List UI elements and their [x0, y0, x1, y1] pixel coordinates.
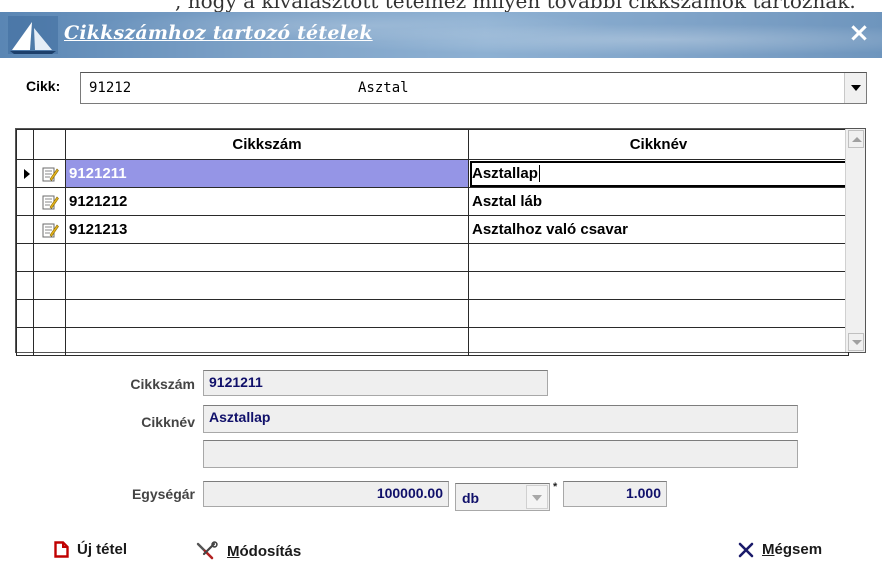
cell-cikkszam[interactable]: 9121213 [65, 215, 469, 244]
cancel-button[interactable]: Mégsem [738, 541, 822, 558]
column-header-cikkszam[interactable]: Cikkszám [65, 129, 469, 160]
items-table: Cikkszám Cikknév 9121211 Asztallap 91212… [16, 129, 849, 356]
close-button[interactable]: × [846, 20, 872, 46]
window-title: Cikkszámhoz tartozó tételek [64, 22, 373, 44]
table-row[interactable]: 9121213 Asztalhoz való csavar [16, 215, 849, 244]
egysegar-label: Egységár [131, 486, 195, 502]
row-icon-cell [33, 159, 66, 188]
cell-cikkszam[interactable]: 9121211 [65, 159, 469, 188]
cikknev-extra-field[interactable] [203, 440, 798, 468]
edit-note-icon [42, 167, 59, 181]
cikk-name-value: Asztal [358, 80, 409, 96]
grid-header-row: Cikkszám Cikknév [16, 129, 849, 160]
row-icon-cell [33, 215, 66, 244]
cikkszam-label: Cikkszám [130, 376, 195, 392]
scroll-down-arrow-icon[interactable] [848, 333, 864, 351]
items-grid: Cikkszám Cikknév 9121211 Asztallap 91212… [15, 128, 866, 356]
modify-label-rest: ódosítás [239, 542, 302, 560]
empty-row [16, 271, 849, 300]
row-icon-cell [33, 187, 66, 216]
tools-icon [196, 541, 218, 560]
empty-row [16, 327, 849, 356]
modify-button[interactable]: Módosítás [195, 541, 301, 561]
unit-dropdown-button[interactable] [526, 485, 548, 509]
edit-note-icon [42, 223, 59, 237]
cancel-label-rest: égsem [774, 541, 823, 558]
cutoff-text: , hogy a kiválasztott tételhez milyen to… [175, 0, 856, 12]
app-logo-icon [8, 16, 58, 54]
table-row[interactable]: 9121212 Asztal láb [16, 187, 849, 216]
document-icon [54, 541, 69, 558]
scroll-up-arrow-icon[interactable] [848, 130, 864, 148]
cikk-label: Cikk: [26, 78, 61, 94]
modify-accelerator: M [227, 542, 240, 560]
grid-vertical-scrollbar[interactable] [845, 129, 865, 352]
unit-combobox[interactable]: db [455, 483, 550, 511]
cikkszam-field[interactable]: 9121211 [203, 370, 548, 396]
cell-cikknev[interactable]: Asztal láb [468, 187, 849, 216]
cancel-accelerator: M [762, 541, 775, 558]
empty-row [16, 243, 849, 272]
empty-row [16, 299, 849, 328]
cutoff-text-strip: , hogy a kiválasztott tételhez milyen to… [0, 0, 882, 12]
cell-cikknev-editing[interactable]: Asztallap [468, 159, 849, 188]
row-indicator [16, 159, 34, 188]
modify-label: Módosítás [227, 543, 301, 560]
column-header-cikknev[interactable]: Cikknév [468, 129, 849, 160]
new-item-label: Új tétel [77, 541, 128, 558]
current-row-arrow-icon [24, 168, 30, 179]
text-caret [538, 165, 540, 183]
x-icon [738, 542, 754, 557]
cikk-dropdown-button[interactable] [844, 73, 866, 103]
cell-cikkszam[interactable]: 9121212 [65, 187, 469, 216]
row-indicator [16, 215, 34, 244]
cell-cikknev[interactable]: Asztalhoz való csavar [468, 215, 849, 244]
egysegar-field[interactable]: 100000.00 [203, 481, 449, 507]
unit-value: db [462, 490, 480, 506]
cikk-code-value: 91212 [89, 80, 132, 96]
cancel-label: Mégsem [762, 541, 822, 558]
cikknev-field[interactable]: Asztallap [203, 405, 798, 433]
cell-cikknev-text: Asztallap [472, 164, 538, 182]
table-row[interactable]: 9121211 Asztallap [16, 159, 849, 188]
cikknev-label: Cikknév [141, 414, 195, 430]
header-indicator-cell [16, 129, 34, 160]
new-item-button[interactable]: Új tétel [54, 541, 127, 558]
edit-note-icon [42, 195, 59, 209]
quantity-field[interactable]: 1.000 [563, 481, 667, 507]
header-icon-cell [33, 129, 66, 160]
cikk-combobox[interactable]: 91212 Asztal [80, 72, 867, 104]
row-indicator [16, 187, 34, 216]
title-bar: Cikkszámhoz tartozó tételek × [0, 12, 882, 58]
multiplier-symbol: * [553, 481, 558, 493]
